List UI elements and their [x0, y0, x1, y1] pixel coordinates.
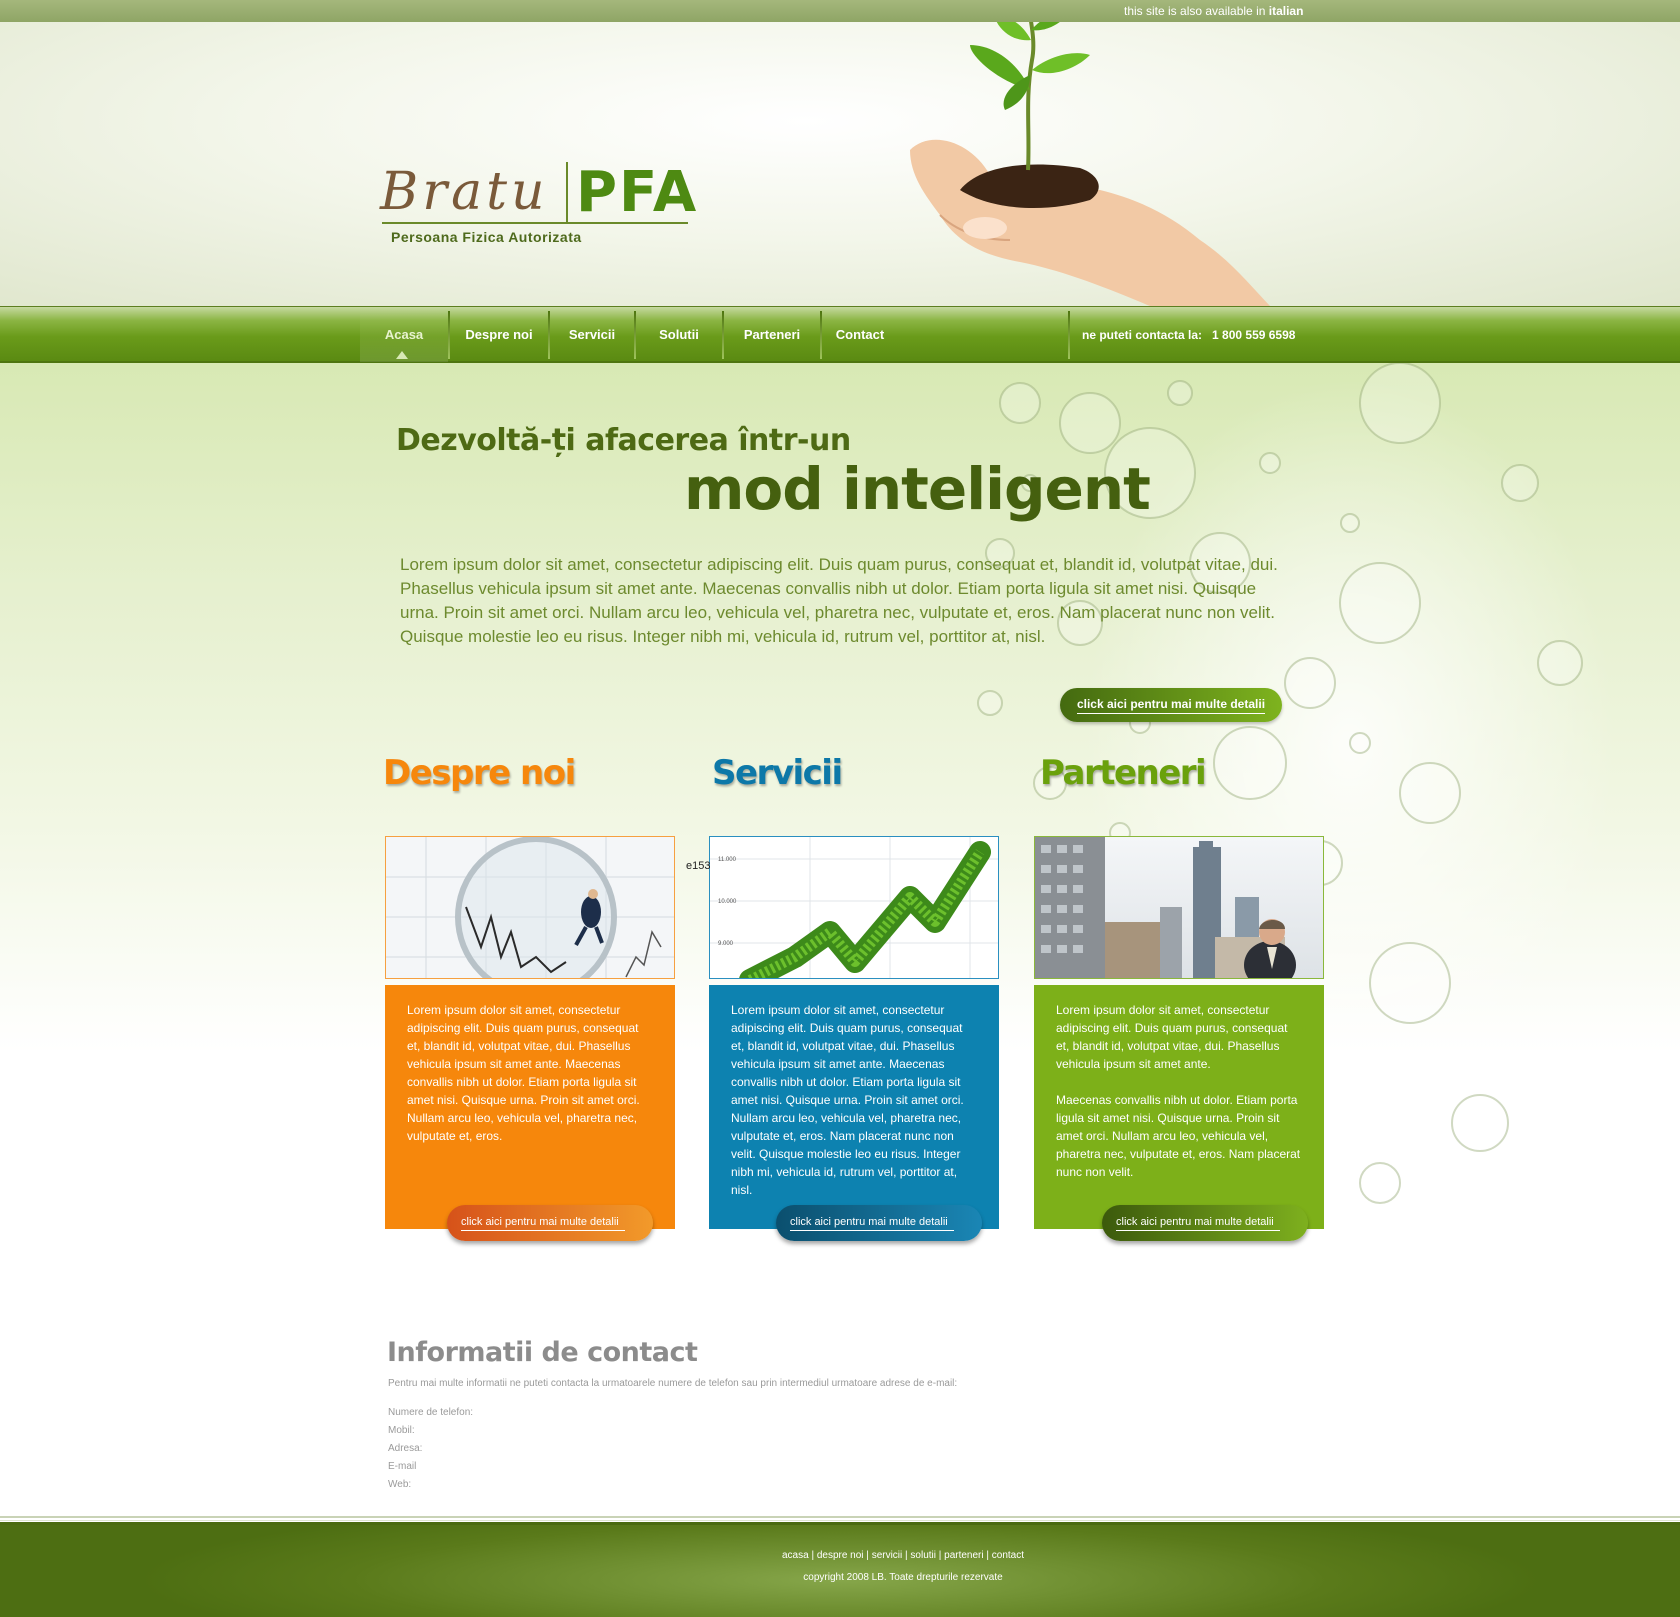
chart-tick-10000: 10.000: [718, 899, 737, 905]
hero-text: Lorem ipsum dolor sit amet, consectetur …: [400, 555, 1278, 646]
nav-item-label: Parteneri: [743, 327, 801, 342]
contact-title: Informatii de contact: [387, 1337, 698, 1368]
phone-number: 1 800 559 6598: [1212, 327, 1296, 342]
city-businessman-image: [1034, 836, 1324, 979]
hero-details-button[interactable]: click aici pentru mai multe detalii: [1060, 688, 1282, 722]
column-title-despre-noi: Despre noi: [383, 753, 576, 793]
nav-item-label: Servicii: [568, 327, 616, 342]
language-notice: this site is also available in italian: [1124, 4, 1303, 18]
phone-label: ne puteti contacta la:: [1082, 327, 1203, 342]
magnifier-chart-image: [385, 836, 675, 979]
nav-separator: [1068, 311, 1070, 359]
nav-item-label: Acasa: [384, 327, 424, 342]
despre-noi-details-button[interactable]: click aici pentru mai multe detalii: [447, 1205, 653, 1241]
parteneri-details-button[interactable]: click aici pentru mai multe detalii: [1102, 1205, 1308, 1241]
footer-link-servicii[interactable]: servicii: [872, 1550, 903, 1561]
column-title-parteneri: Parteneri: [1040, 753, 1207, 793]
contact-fields: Numere de telefon: Mobil: Adresa: E-mail…: [388, 1404, 473, 1494]
nav-item-label: Solutii: [659, 327, 699, 342]
language-link-italian[interactable]: italian: [1269, 4, 1304, 18]
logo-word-pfa: PFA: [576, 160, 699, 225]
parteneri-details-button-label: click aici pentru mai multe detalii: [1116, 1216, 1280, 1231]
contact-intro: Pentru mai multe informatii ne puteti co…: [388, 1378, 958, 1389]
nav-item-solutii[interactable]: Solutii: [636, 307, 722, 362]
footer-copyright: copyright 2008 LB. Toate drepturile reze…: [803, 1572, 1003, 1583]
nav-item-parteneri[interactable]: Parteneri: [724, 307, 820, 362]
nav-item-label: Despre noi: [465, 327, 533, 342]
nav-active-arrow: [396, 351, 408, 359]
column-body-servicii: Lorem ipsum dolor sit amet, consectetur …: [709, 985, 999, 1229]
nav-item-despre-noi[interactable]: Despre noi: [450, 307, 548, 362]
footer: acasa | despre noi | servicii | solutii …: [0, 1522, 1680, 1617]
logo-subtitle: Persoana Fizica Autorizata: [391, 229, 582, 245]
nav-item-servicii[interactable]: Servicii: [550, 307, 634, 362]
chart-tick-11000: 11.000: [718, 857, 737, 863]
column-paragraph: Lorem ipsum dolor sit amet, consectetur …: [407, 1003, 640, 1143]
language-notice-text: this site is also available in: [1124, 4, 1266, 18]
footer-link-contact[interactable]: contact: [992, 1550, 1024, 1561]
logo-word-bratu: Bratu: [380, 162, 549, 222]
logo-underline: [382, 222, 688, 224]
footer-link-despre-noi[interactable]: despre noi: [817, 1550, 864, 1561]
nav-phone-info: ne puteti contacta la: 1 800 559 6598: [1082, 307, 1295, 362]
top-bar: this site is also available in italian: [0, 0, 1680, 22]
contact-field-mobile: Mobil:: [388, 1425, 415, 1436]
logo[interactable]: Bratu PFA Persoana Fizica Autorizata: [380, 142, 696, 252]
hero-title-line1: Dezvoltă-ți afacerea într-un: [396, 423, 851, 458]
footer-divider: [0, 1520, 1680, 1521]
footer-link-parteneri[interactable]: parteneri: [944, 1550, 983, 1561]
grass-growth-chart-image: 11.000 10.000 9.000: [709, 836, 999, 979]
column-body-parteneri: Lorem ipsum dolor sit amet, consectetur …: [1034, 985, 1324, 1229]
main-nav: Acasa Despre noi Servicii Solutii Parten…: [0, 306, 1680, 363]
servicii-details-button-label: click aici pentru mai multe detalii: [790, 1216, 954, 1231]
servicii-details-button[interactable]: click aici pentru mai multe detalii: [776, 1205, 982, 1241]
nav-item-contact[interactable]: Contact: [822, 307, 898, 362]
contact-field-phones: Numere de telefon:: [388, 1407, 474, 1418]
contact-field-email: E-mail: [388, 1461, 417, 1472]
main-content: Dezvoltă-ți afacerea într-un mod intelig…: [0, 363, 1680, 1513]
column-body-despre-noi: Lorem ipsum dolor sit amet, consectetur …: [385, 985, 675, 1229]
column-paragraph: Maecenas convallis nibh ut dolor. Etiam …: [1056, 1093, 1301, 1179]
column-title-servicii: Servicii: [712, 753, 843, 793]
logo-divider: [566, 162, 568, 222]
header: Bratu PFA Persoana Fizica Autorizata: [0, 22, 1680, 306]
stray-label: e153: [686, 860, 711, 872]
hero-title-line2: mod inteligent: [684, 455, 1151, 523]
despre-noi-details-button-label: click aici pentru mai multe detalii: [461, 1216, 625, 1231]
footer-link-solutii[interactable]: solutii: [910, 1550, 936, 1561]
column-paragraph: Lorem ipsum dolor sit amet, consectetur …: [1056, 1003, 1288, 1071]
hero-details-button-label: click aici pentru mai multe detalii: [1076, 697, 1266, 714]
contact-field-address: Adresa:: [388, 1443, 423, 1454]
column-paragraph: Lorem ipsum dolor sit amet, consectetur …: [731, 1003, 964, 1197]
chart-tick-9000: 9.000: [718, 941, 734, 947]
contact-field-web: Web:: [388, 1479, 412, 1490]
hand-with-plant-image: [910, 22, 1270, 306]
nav-item-label: Contact: [835, 327, 885, 342]
footer-link-acasa[interactable]: acasa: [782, 1550, 809, 1561]
footer-divider: [0, 1516, 1680, 1518]
footer-nav: acasa | despre noi | servicii | solutii …: [781, 1550, 1025, 1561]
